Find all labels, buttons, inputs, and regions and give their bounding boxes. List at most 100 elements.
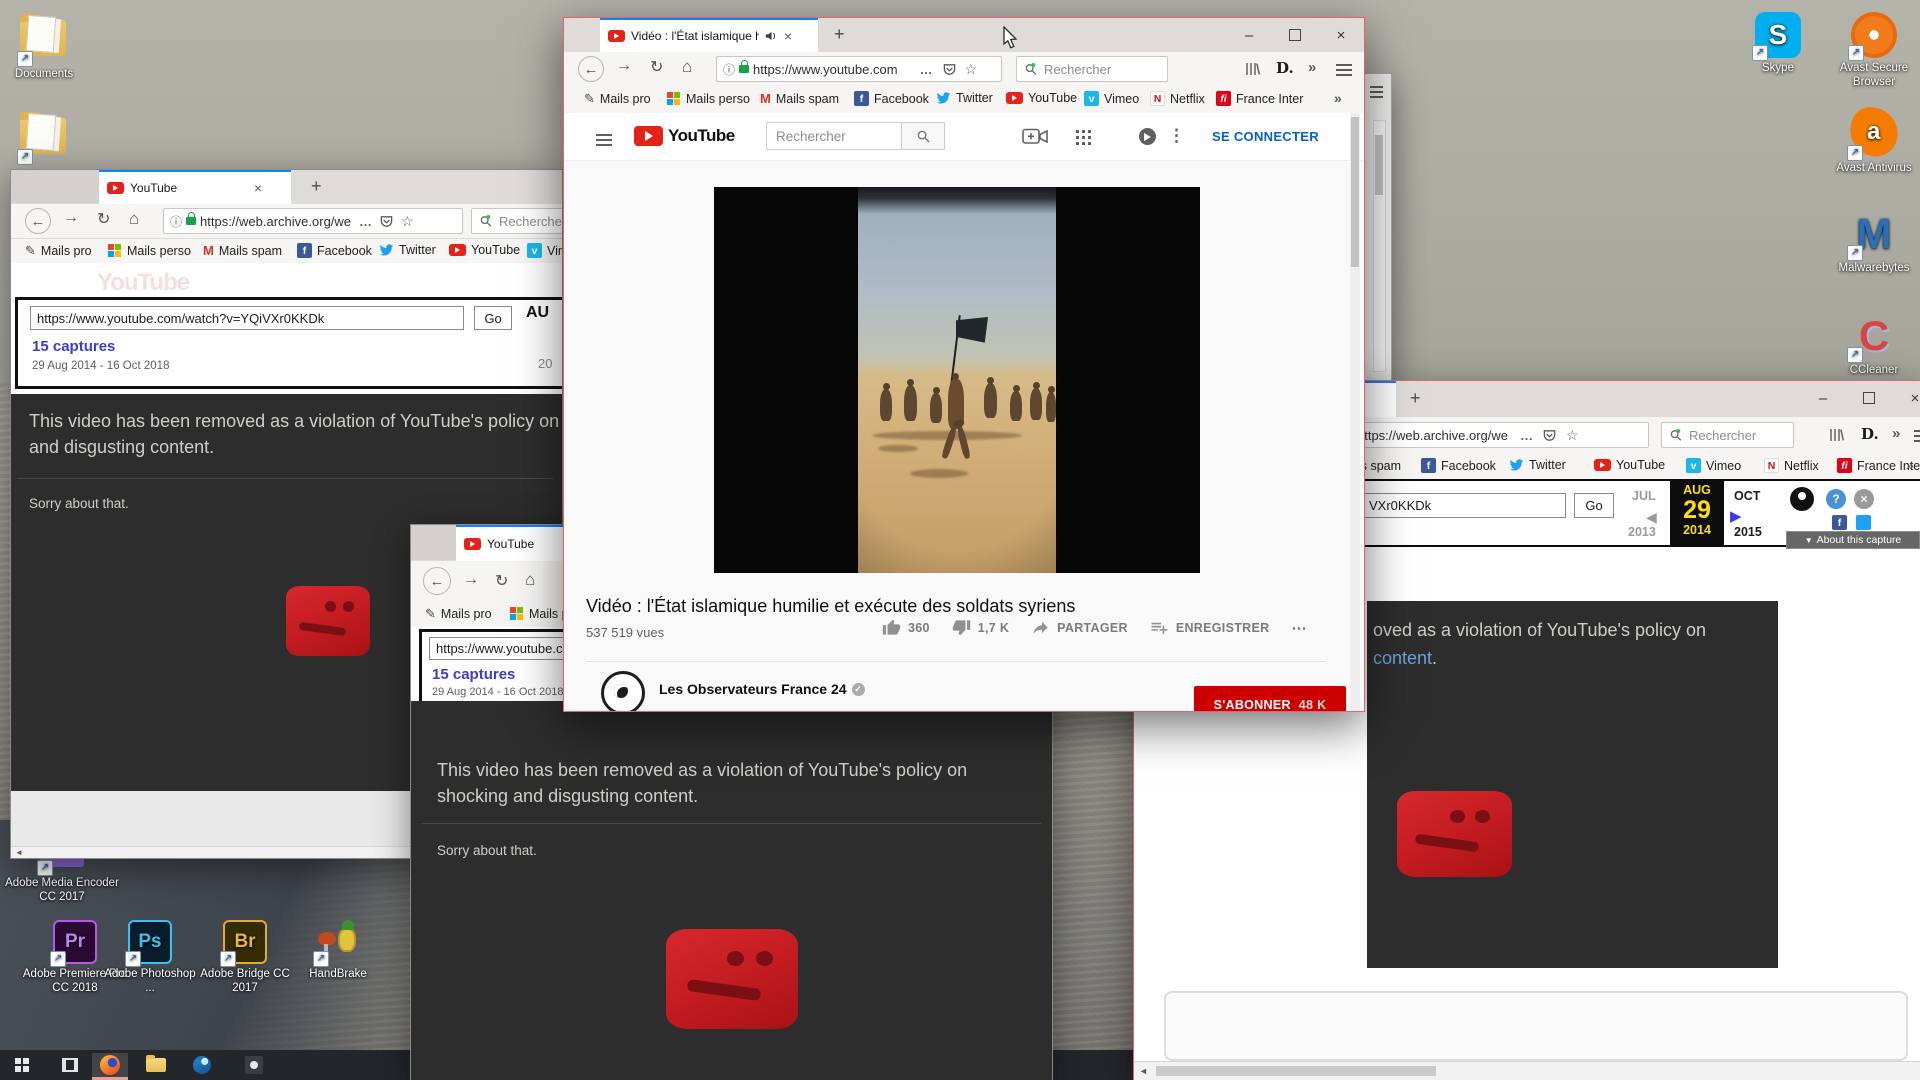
pocket-icon[interactable]: [942, 62, 957, 77]
channel-avatar[interactable]: [601, 671, 645, 712]
scroll-left-icon[interactable]: ◄: [1139, 1066, 1148, 1076]
wayback-url-input[interactable]: https://www.youtube.com/watch?v=YQiVXr0K…: [30, 306, 464, 330]
bookmark-mails-spam[interactable]: MMails spam: [760, 91, 839, 106]
url-bar[interactable]: ⓘ https://web.archive.org/we … ☆: [163, 208, 463, 234]
library-icon[interactable]: [1244, 61, 1260, 77]
new-tab-button[interactable]: +: [311, 176, 322, 197]
site-info-icon[interactable]: ⓘ: [723, 61, 735, 78]
extension-d-icon[interactable]: D.: [1861, 425, 1879, 443]
url-bar[interactable]: ⓘ https://www.youtube.com … ☆: [716, 56, 1002, 82]
tab-video[interactable]: Vidéo : l'État islamique hum ×: [600, 18, 818, 52]
tab-close-icon[interactable]: ×: [254, 180, 262, 196]
wayback-url-input[interactable]: https://www.youtube.com: [429, 637, 572, 660]
youtube-search-button[interactable]: [901, 122, 945, 150]
bookmark-mails-perso[interactable]: Mails perso: [107, 243, 191, 258]
bookmark-twitter[interactable]: Twitter: [1509, 458, 1566, 472]
reload-button[interactable]: ↻: [97, 209, 110, 229]
maximize-button[interactable]: [1852, 385, 1886, 411]
firefox-taskbar-button[interactable]: [92, 1053, 128, 1080]
sign-in-button[interactable]: SE CONNECTER: [1212, 129, 1319, 144]
desktop-icon-folder[interactable]: ↗: [0, 110, 90, 165]
tab-youtube[interactable]: YouTube ×: [99, 170, 291, 204]
wayback-go-button[interactable]: Go: [1574, 493, 1614, 518]
desktop-icon-photoshop[interactable]: Ps↗ Adobe Photoshop ...: [102, 920, 198, 995]
close-button[interactable]: ×: [1898, 385, 1920, 411]
page-actions-icon[interactable]: …: [920, 62, 933, 77]
page-actions-icon[interactable]: …: [359, 214, 372, 229]
channel-name[interactable]: Les Observateurs France 24✓: [659, 681, 865, 697]
overflow-menu-icon[interactable]: »: [1892, 425, 1900, 442]
timeline-current-capture[interactable]: AUG 29 2014: [1670, 481, 1724, 545]
youtube-apps-icon[interactable]: [1076, 130, 1091, 145]
close-toolbar-icon[interactable]: ×: [1854, 489, 1874, 509]
bookmark-twitter[interactable]: Twitter: [936, 91, 993, 105]
bookmark-vimeo[interactable]: vVimeo: [1084, 91, 1139, 106]
record-app-button[interactable]: [236, 1053, 272, 1077]
wayback-go-button[interactable]: Go: [474, 306, 512, 330]
start-button[interactable]: [4, 1053, 40, 1077]
menu-icon[interactable]: [1914, 430, 1920, 432]
captures-link[interactable]: 15 captures: [32, 338, 115, 355]
desktop-icon-skype[interactable]: S↗ Skype: [1732, 12, 1824, 75]
pocket-icon[interactable]: [1542, 428, 1557, 443]
bookmark-facebook[interactable]: fFacebook: [297, 243, 372, 258]
bookmark-netflix[interactable]: NNetflix: [1150, 91, 1205, 106]
youtube-logo[interactable]: YouTube: [634, 126, 735, 146]
more-actions-icon[interactable]: ⋯: [1291, 619, 1306, 637]
video-player[interactable]: [714, 187, 1200, 573]
about-this-capture-badge[interactable]: ▼ About this capture: [1786, 531, 1920, 549]
minimize-button[interactable]: –: [1806, 385, 1840, 411]
bookmark-star-icon[interactable]: ☆: [1566, 427, 1579, 444]
upload-video-icon[interactable]: [1022, 128, 1048, 145]
bookmark-mails-pro[interactable]: ✎Mails pro: [425, 606, 492, 622]
twitter-share-icon[interactable]: [1856, 515, 1871, 530]
bookmark-mails-pro[interactable]: ✎Mails pro: [584, 91, 651, 107]
home-button[interactable]: ⌂: [525, 570, 535, 590]
bookmark-vimeo[interactable]: vVimeo: [527, 243, 563, 258]
dislike-button[interactable]: 1,7 K: [952, 618, 1009, 637]
horizontal-scrollbar[interactable]: ◄: [1134, 1061, 1920, 1080]
scrollbar-thumb[interactable]: [1375, 135, 1383, 195]
timeline-next-icon[interactable]: ▶: [1730, 507, 1742, 525]
back-button[interactable]: ←: [578, 56, 604, 82]
site-info-icon[interactable]: ⓘ: [170, 213, 182, 230]
help-icon[interactable]: ?: [1826, 489, 1846, 509]
search-bar[interactable]: Rechercher: [1016, 56, 1168, 82]
blue-app-button[interactable]: [184, 1053, 220, 1077]
like-button[interactable]: 360: [882, 618, 930, 637]
bookmark-youtube[interactable]: YouTube: [1594, 458, 1665, 472]
bookmark-vimeo[interactable]: vVimeo: [1686, 458, 1741, 473]
search-bar[interactable]: Rechercher: [471, 208, 563, 234]
back-button[interactable]: ←: [25, 208, 51, 234]
reload-button[interactable]: ↻: [495, 571, 508, 591]
reload-button[interactable]: ↻: [650, 57, 663, 77]
vertical-scrollbar[interactable]: [1350, 113, 1360, 711]
new-tab-button[interactable]: +: [834, 24, 845, 45]
bookmark-france-inter[interactable]: fiFrance Inter: [1216, 91, 1303, 106]
desktop-icon-avast-antivirus[interactable]: a↗ Avast Antivirus: [1828, 108, 1920, 175]
home-button[interactable]: ⌂: [682, 57, 692, 77]
youtube-search-input[interactable]: Rechercher: [766, 122, 902, 150]
bookmarks-overflow-icon[interactable]: »: [1334, 90, 1342, 106]
desktop-icon-ccleaner[interactable]: C↗ CCleaner: [1828, 314, 1920, 377]
save-button[interactable]: ENREGISTRER: [1150, 618, 1270, 637]
pocket-icon[interactable]: [379, 214, 394, 229]
desktop-icon-malwarebytes[interactable]: M↗ Malwarebytes: [1828, 212, 1920, 275]
forward-button[interactable]: →: [463, 571, 479, 589]
vertical-scrollbar[interactable]: [1373, 120, 1386, 372]
extension-d-icon[interactable]: D.: [1276, 59, 1294, 77]
bookmark-facebook[interactable]: fFacebook: [1421, 458, 1496, 473]
scrollbar-thumb[interactable]: [1351, 117, 1359, 267]
captures-link[interactable]: 15 captures: [432, 666, 515, 683]
desktop-icon-handbrake[interactable]: ↗ HandBrake: [290, 920, 386, 981]
more-options-icon[interactable]: ⋮: [1168, 126, 1185, 146]
bookmark-star-icon[interactable]: ☆: [965, 61, 978, 78]
bookmark-youtube[interactable]: YouTube: [1006, 91, 1077, 105]
bookmarks-overflow-icon[interactable]: »: [1906, 457, 1914, 473]
search-bar[interactable]: Rechercher: [1661, 422, 1794, 448]
forward-button[interactable]: →: [616, 57, 632, 75]
timeline-month-jul[interactable]: JUL: [1632, 489, 1656, 503]
content-link[interactable]: content: [1373, 648, 1432, 668]
back-button[interactable]: ←: [423, 567, 451, 595]
overflow-menu-icon[interactable]: »: [1308, 59, 1316, 76]
